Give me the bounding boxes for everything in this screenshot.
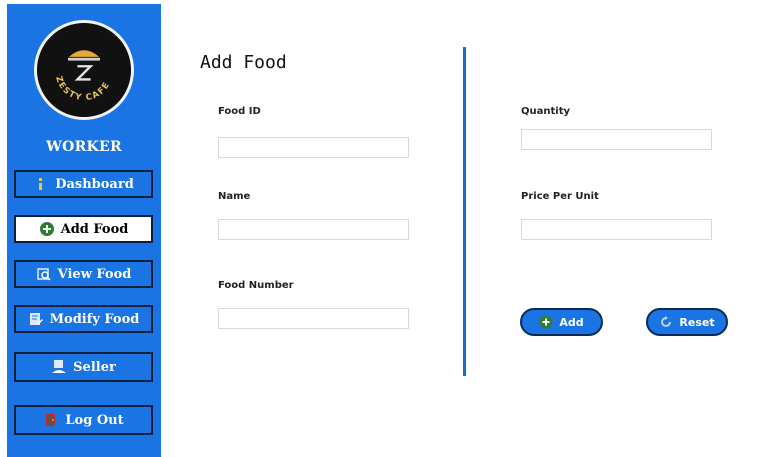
seller-icon xyxy=(51,359,67,375)
add-button-label: Add xyxy=(559,315,584,329)
sidebar-item-seller[interactable]: Seller xyxy=(14,352,153,382)
sidebar: ZESTY CAFE WORKER Dashboard Add Food Vie… xyxy=(7,4,161,457)
food-id-input[interactable] xyxy=(218,137,409,158)
sidebar-item-label: View Food xyxy=(57,266,132,282)
quantity-input[interactable] xyxy=(521,129,712,150)
name-input[interactable] xyxy=(218,219,409,240)
dashboard-icon xyxy=(33,176,49,192)
plus-icon xyxy=(539,315,553,329)
quantity-label: Quantity xyxy=(521,106,570,117)
sidebar-item-label: Add Food xyxy=(60,221,129,237)
sidebar-item-label: Dashboard xyxy=(55,176,134,192)
food-id-label: Food ID xyxy=(218,106,261,117)
sidebar-item-log-out[interactable]: Log Out xyxy=(14,405,153,435)
view-icon xyxy=(36,266,52,282)
sidebar-item-view-food[interactable]: View Food xyxy=(14,260,153,288)
reset-icon xyxy=(659,315,673,329)
food-number-label: Food Number xyxy=(218,280,294,291)
name-label: Name xyxy=(218,191,251,202)
reset-button-label: Reset xyxy=(679,315,715,329)
zesty-cafe-logo: ZESTY CAFE xyxy=(34,20,134,120)
sidebar-item-add-food[interactable]: Add Food xyxy=(14,215,153,243)
sidebar-item-dashboard[interactable]: Dashboard xyxy=(14,170,153,198)
price-per-unit-input[interactable] xyxy=(521,219,712,240)
sidebar-item-modify-food[interactable]: Modify Food xyxy=(14,305,153,333)
add-button[interactable]: Add xyxy=(520,308,603,336)
sidebar-item-label: Modify Food xyxy=(49,311,140,327)
page-title: Add Food xyxy=(200,52,287,73)
role-heading: WORKER xyxy=(46,139,122,155)
sidebar-item-label: Seller xyxy=(73,359,116,375)
edit-icon xyxy=(28,311,44,327)
vertical-divider xyxy=(463,47,466,376)
price-per-unit-label: Price Per Unit xyxy=(521,191,599,202)
food-number-input[interactable] xyxy=(218,308,409,329)
logo-graphic-icon: ZESTY CAFE xyxy=(37,23,131,117)
reset-button[interactable]: Reset xyxy=(646,308,728,336)
add-circle-icon xyxy=(39,221,55,237)
sidebar-item-label: Log Out xyxy=(65,412,124,428)
logout-icon xyxy=(43,412,59,428)
